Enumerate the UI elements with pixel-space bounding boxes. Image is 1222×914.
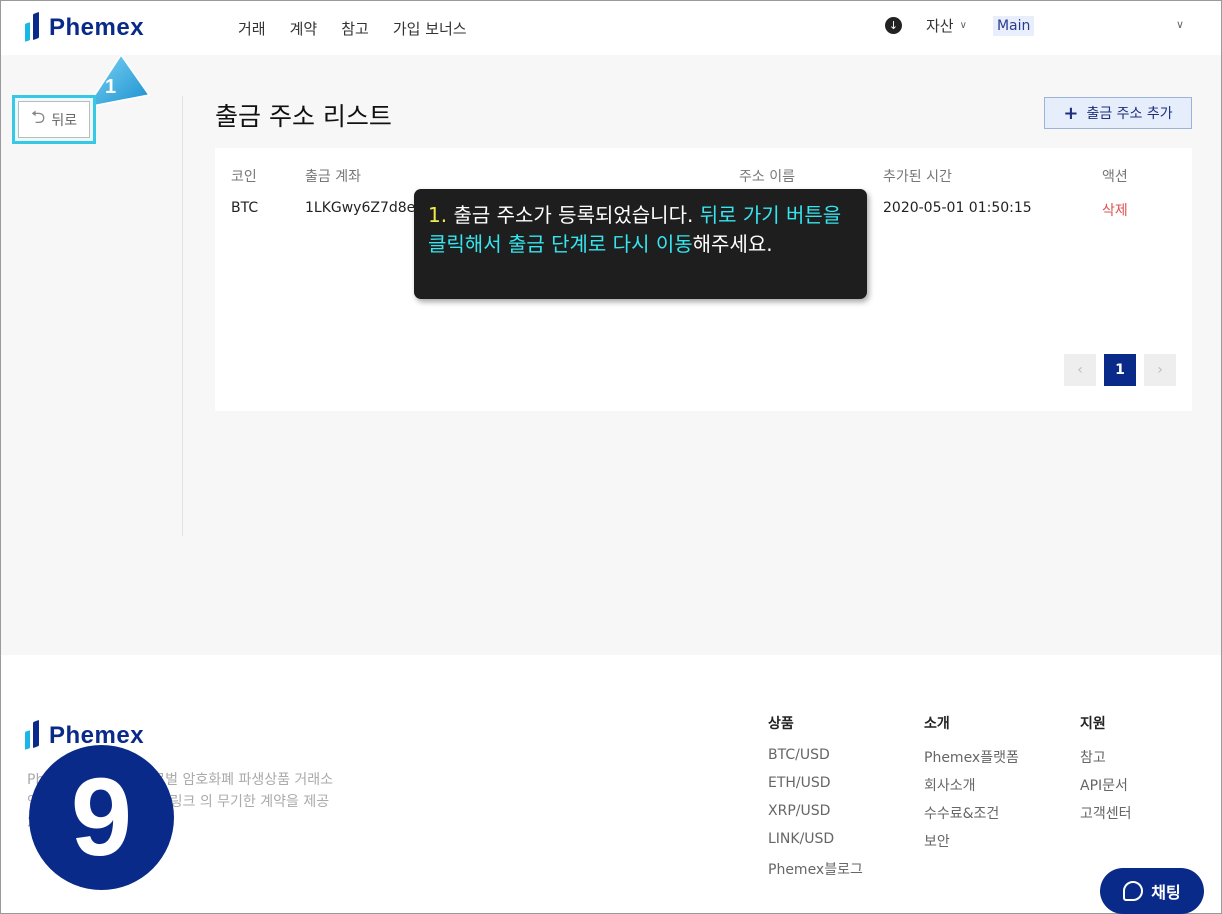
row-time: 2020-05-01 01:50:15: [883, 200, 1032, 216]
footer-col-about: 소개 Phemex플랫폼 회사소개 수수료&조건 보안: [924, 713, 1019, 859]
footer-link[interactable]: API문서: [1080, 775, 1132, 803]
add-withdraw-address-button[interactable]: + 출금 주소 추가: [1044, 97, 1192, 129]
footer-link[interactable]: 고객센터: [1080, 803, 1132, 831]
chevron-right-icon: ›: [1157, 362, 1163, 378]
page-title: 출금 주소 리스트: [215, 102, 392, 131]
row-address: 1LKGwy6Z7d8eY: [305, 200, 424, 216]
tutorial-tooltip: 1. 출금 주소가 등록되었습니다. 뒤로 가기 버튼을 클릭해서 출금 단계로…: [414, 189, 867, 299]
tutorial-step-badge: 9: [29, 745, 174, 890]
row-coin: BTC: [231, 200, 259, 216]
account-badge[interactable]: Main: [992, 15, 1035, 36]
chat-bubble-icon: [1123, 881, 1144, 901]
col-address: 출금 계좌: [305, 169, 361, 185]
account-chevron-down-icon[interactable]: ∨: [1176, 18, 1184, 31]
pagination: ‹ 1 ›: [1064, 354, 1176, 386]
footer-col-products: 상품 BTC/USD ETH/USD XRP/USD LINK/USD Phem…: [768, 713, 863, 887]
prev-page-button[interactable]: ‹: [1064, 354, 1096, 386]
nav-contract[interactable]: 계약: [290, 18, 318, 39]
delete-button[interactable]: 삭제: [1102, 200, 1128, 220]
nav-signup-bonus[interactable]: 가입 보너스: [393, 18, 467, 39]
assets-menu[interactable]: 자산 ∨: [926, 15, 967, 36]
footer-link[interactable]: 보안: [924, 831, 1019, 859]
next-page-button[interactable]: ›: [1144, 354, 1176, 386]
footer-link[interactable]: 수수료&조건: [924, 803, 1019, 831]
chat-button[interactable]: 채팅: [1100, 868, 1204, 914]
col-time: 추가된 시간: [883, 169, 952, 185]
download-icon[interactable]: ↓: [885, 17, 902, 34]
back-button[interactable]: ⮌ 뒤로: [18, 101, 90, 138]
footer-link[interactable]: BTC/USD: [768, 747, 863, 775]
phemex-logo[interactable]: Phemex: [25, 11, 144, 43]
header-right: ↓ 자산 ∨ Main: [885, 15, 1035, 36]
footer-link[interactable]: Phemex블로그: [768, 859, 863, 887]
footer-link[interactable]: Phemex플랫폼: [924, 747, 1019, 775]
phemex-logo-icon: [25, 11, 45, 43]
nav-trade[interactable]: 거래: [238, 18, 266, 39]
col-coin: 코인: [231, 169, 257, 185]
step-number: 1: [105, 76, 116, 98]
page-1-button[interactable]: 1: [1104, 354, 1136, 386]
plus-icon: +: [1063, 102, 1079, 124]
sidebar-divider: [182, 96, 183, 536]
top-header: Phemex 거래 계약 참고 가입 보너스 ↓ 자산 ∨ Main ∨: [1, 1, 1221, 55]
footer-link[interactable]: XRP/USD: [768, 803, 863, 831]
footer-link[interactable]: 회사소개: [924, 775, 1019, 803]
footer-link[interactable]: 참고: [1080, 747, 1132, 775]
chevron-left-icon: ‹: [1077, 362, 1083, 378]
main-nav: 거래 계약 참고 가입 보너스: [238, 18, 467, 39]
footer: Phemex Ph 신뢰할 수 있는 글로벌 암호화폐 파생상품 거래소 인, …: [1, 655, 1221, 913]
col-action: 액션: [1102, 169, 1128, 185]
footer-col-support: 지원 참고 API문서 고객센터: [1080, 713, 1132, 831]
footer-link[interactable]: ETH/USD: [768, 775, 863, 803]
nav-reference[interactable]: 참고: [341, 18, 369, 39]
chevron-down-icon: ∨: [959, 20, 967, 31]
phemex-logo-icon: [25, 719, 45, 751]
back-button-highlight: ⮌ 뒤로: [12, 95, 96, 144]
footer-link[interactable]: LINK/USD: [768, 831, 863, 859]
col-name: 주소 이름: [739, 169, 795, 185]
undo-arrow-icon: ⮌: [30, 106, 46, 128]
